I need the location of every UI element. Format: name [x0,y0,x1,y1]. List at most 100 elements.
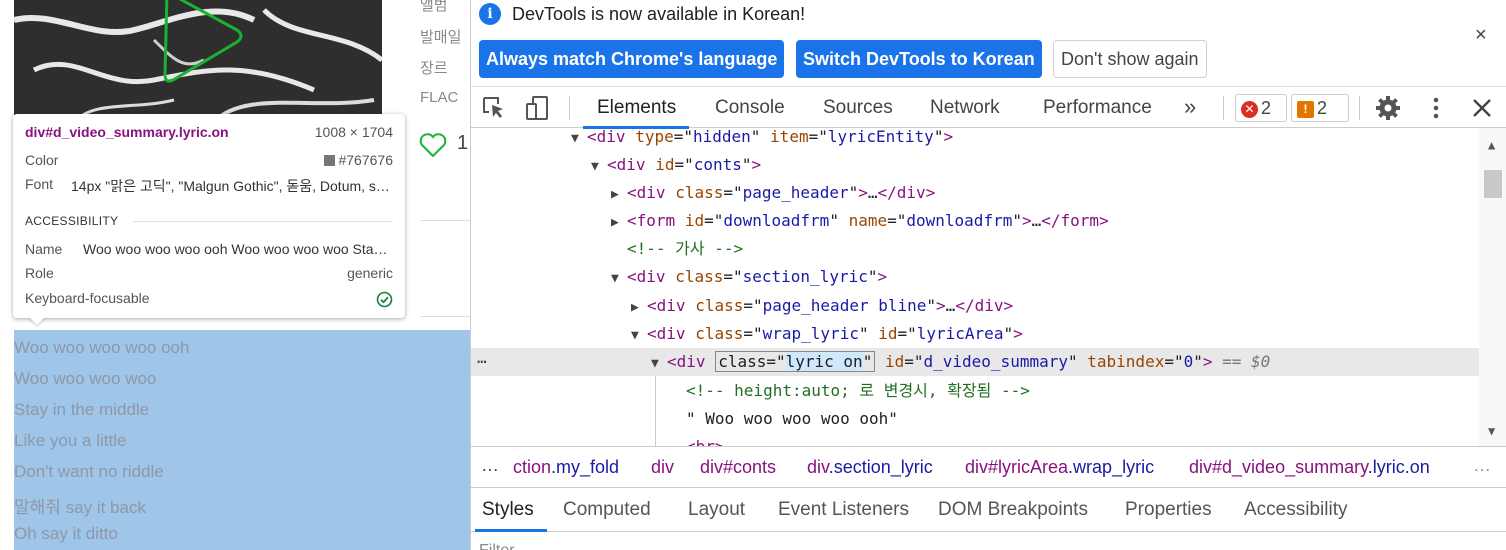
tooltip-color-value-wrap: #767676 [324,152,393,168]
attr-name: id [684,211,705,230]
heart-icon[interactable] [419,132,447,158]
devtools-toolbar: Elements Console Sources Network Perform… [471,86,1506,129]
tab-console[interactable]: Console [715,97,785,119]
ellipsis[interactable]: … [868,183,878,202]
breadcrumb-item[interactable]: ction.my_fold [513,457,619,478]
dom-node[interactable]: ▶ <div class="page_header bline">…</div> [471,292,1479,320]
more-tabs-icon[interactable]: » [1184,94,1196,120]
crumb-class: .lyric.on [1367,457,1430,477]
scroll-down-icon[interactable]: ▼ [1488,424,1495,438]
dom-node-selected[interactable]: ▼ <div class="lyric on" id="d_video_summa… [471,348,1479,376]
dom-node[interactable]: ▶ <form id="downloadfrm" name="downloadfr… [471,207,1479,235]
tag-name: div [896,183,926,202]
tooltip-accessibility-heading: ACCESSIBILITY [25,212,393,232]
toolbar-separator [1223,96,1224,120]
tag-name: div [636,183,666,202]
dom-tree[interactable]: ▼ <div type="hidden" item="lyricEntity"> … [471,128,1506,446]
indent-guide [655,376,656,446]
album-art-video-thumbnail[interactable] [14,0,382,122]
expanded-triangle-icon[interactable]: ▼ [591,153,607,181]
inspect-tooltip: div#d_video_summary.lyric.on 1008 × 1704… [13,114,405,318]
tab-network[interactable]: Network [930,97,1000,119]
expanded-triangle-icon[interactable]: ▼ [631,322,647,350]
scrollbar-thumb[interactable] [1484,170,1502,198]
styles-filter-input[interactable]: Filter [479,542,515,550]
dom-node[interactable]: ▼ <div class="wrap_lyric" id="lyricArea"> [471,320,1479,348]
collapsed-triangle-icon[interactable]: ▶ [631,294,647,322]
tab-event-listeners[interactable]: Event Listeners [778,499,909,521]
breadcrumb-scroll-left[interactable]: … [481,455,499,476]
devtools-panel: i DevTools is now available in Korean! A… [470,0,1506,550]
lyric-area-highlight: Woo woo woo woo ooh Woo woo woo woo Stay… [14,330,470,550]
device-toolbar-icon[interactable] [525,95,551,121]
dom-node[interactable]: ▶ <div class="page_header">…</div> [471,179,1479,207]
breadcrumb-item[interactable]: div#conts [700,457,776,478]
attr-name: item [770,128,809,146]
collapsed-triangle-icon[interactable]: ▶ [611,181,627,209]
warning-count-badge[interactable]: ! 2 [1291,94,1349,122]
attr-value: lyricEntity [827,128,934,146]
crumb-tag: div [965,457,989,477]
ellipsis[interactable]: … [946,296,956,315]
dom-comment[interactable]: <!-- 가사 --> [471,235,1479,263]
selected-node-marker: == $0 [1212,352,1271,371]
dom-node[interactable]: ▼ <div class="section_lyric"> [471,263,1479,291]
gear-icon[interactable] [1375,95,1401,121]
breadcrumb-item[interactable]: div#lyricArea.wrap_lyric [965,457,1154,478]
styles-filter-row: Filter [471,532,1506,550]
ellipsis[interactable]: … [1032,211,1042,230]
expanded-triangle-icon[interactable]: ▼ [571,128,587,153]
tooltip-keyboard-label: Keyboard-focusable [25,290,150,306]
play-icon[interactable] [159,0,249,84]
attr-name: id [884,352,905,371]
web-page: 앨범 발매일 장르 FLAC 1 Woo woo woo woo ooh Woo… [0,0,470,550]
expanded-triangle-icon[interactable]: ▼ [651,350,667,378]
tab-sources[interactable]: Sources [823,97,893,119]
node-actions-icon[interactable]: … [477,348,487,367]
always-match-language-button[interactable]: Always match Chrome's language [479,40,785,78]
language-infobar: i DevTools is now available in Korean! A… [471,0,1506,84]
tab-accessibility[interactable]: Accessibility [1244,499,1347,521]
tab-performance[interactable]: Performance [1043,97,1152,119]
attr-name: class [675,183,724,202]
tab-layout[interactable]: Layout [688,499,745,521]
expanded-triangle-icon[interactable]: ▼ [611,265,627,293]
attr-name: type [635,128,674,146]
dom-text-node[interactable]: " Woo woo woo woo ooh" [471,405,1479,433]
breadcrumb-scroll-right[interactable]: … [1473,455,1491,476]
tab-elements[interactable]: Elements [597,97,676,119]
tab-computed[interactable]: Computed [563,499,651,521]
tab-dom-breakpoints[interactable]: DOM Breakpoints [938,499,1088,521]
kebab-menu-icon[interactable] [1423,95,1449,121]
switch-to-korean-button[interactable]: Switch DevTools to Korean [796,40,1042,78]
dont-show-again-button[interactable]: Don't show again [1053,40,1207,78]
close-icon[interactable]: × [1475,24,1487,47]
tab-styles[interactable]: Styles [482,499,534,521]
tag-name: div [656,324,686,343]
tag-name: form [636,211,676,230]
dom-tree-scrollbar[interactable]: ▲ ▼ [1479,128,1506,446]
text-node: " Woo woo woo woo ooh" [686,409,898,428]
tooltip-name-label: Name [25,241,63,257]
attribute-edit-box[interactable]: class="lyric on" [715,351,876,372]
attr-name: id [655,155,675,174]
dom-node[interactable]: ▼ <div id="conts"> [471,151,1479,179]
close-devtools-icon[interactable] [1469,95,1495,121]
breadcrumb-item[interactable]: div [651,457,674,478]
dom-node[interactable]: <br> [471,433,1479,446]
tag-name: div [656,296,686,315]
breadcrumb-item-selected[interactable]: div#d_video_summary.lyric.on [1189,457,1430,478]
inspect-element-icon[interactable] [481,95,507,121]
collapsed-triangle-icon[interactable]: ▶ [611,209,627,237]
breadcrumb-item[interactable]: div.section_lyric [807,457,933,478]
tooltip-color-label: Color [25,152,59,168]
dom-comment[interactable]: <!-- height:auto; 로 변경시, 확장됨 --> [471,377,1479,405]
dom-node[interactable]: ▼ <div type="hidden" item="lyricEntity"> [471,128,1479,151]
attr-value: section_lyric [742,267,868,286]
edit-attr-value[interactable]: lyric on [785,352,863,371]
tag-name: div [676,352,706,371]
error-count-badge[interactable]: ✕ 2 [1235,94,1287,122]
warning-icon: ! [1297,101,1314,118]
tab-properties[interactable]: Properties [1125,499,1212,521]
scroll-up-icon[interactable]: ▲ [1488,138,1495,152]
